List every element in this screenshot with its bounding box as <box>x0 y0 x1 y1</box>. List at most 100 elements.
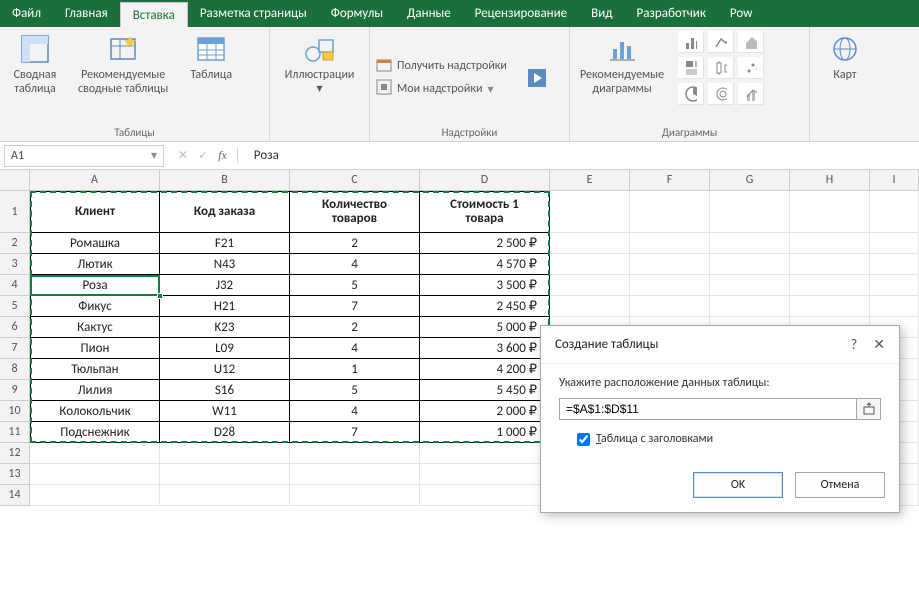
cell[interactable]: H21 <box>160 296 290 317</box>
chart-combo-button[interactable] <box>738 83 764 105</box>
cell[interactable] <box>160 443 290 464</box>
my-addins-button[interactable]: Мои надстройки ▾ <box>376 79 507 99</box>
headers-checkbox[interactable] <box>577 433 590 446</box>
row-header[interactable]: 8 <box>0 359 30 380</box>
cell[interactable]: U12 <box>160 359 290 380</box>
row-header[interactable]: 14 <box>0 485 30 506</box>
cell[interactable] <box>630 275 710 296</box>
illustrations-button[interactable]: Иллюстрации▾ <box>281 31 359 99</box>
accept-formula-button[interactable]: ✓ <box>198 148 208 163</box>
cell[interactable] <box>30 443 160 464</box>
row-header[interactable]: 7 <box>0 338 30 359</box>
col-header-h[interactable]: H <box>790 170 870 190</box>
tab-review[interactable]: Рецензирование <box>463 0 579 27</box>
table-button[interactable]: Таблица <box>182 31 240 85</box>
cell[interactable] <box>550 191 630 233</box>
cell[interactable]: J32 <box>160 275 290 296</box>
cell[interactable] <box>30 485 160 506</box>
cell[interactable]: 7 <box>290 296 420 317</box>
select-all-corner[interactable] <box>0 170 30 190</box>
col-header-g[interactable]: G <box>710 170 790 190</box>
cell[interactable]: 1 000 ₽ <box>420 422 550 443</box>
cell[interactable]: Колокольчик <box>30 401 160 422</box>
cell[interactable] <box>160 464 290 485</box>
cell[interactable]: 4 <box>290 254 420 275</box>
cell[interactable]: W11 <box>160 401 290 422</box>
col-header-f[interactable]: F <box>630 170 710 190</box>
name-box[interactable]: A1 ▾ <box>4 145 164 167</box>
cell[interactable]: L09 <box>160 338 290 359</box>
cell[interactable]: 2 <box>290 233 420 254</box>
cell[interactable]: 2 450 ₽ <box>420 296 550 317</box>
cell[interactable] <box>710 191 790 233</box>
col-header-e[interactable]: E <box>550 170 630 190</box>
chart-scatter-button[interactable] <box>738 57 764 79</box>
cell[interactable]: Лютик <box>30 254 160 275</box>
cell[interactable]: Кактус <box>30 317 160 338</box>
maps-button[interactable]: Карт <box>816 31 874 85</box>
cell[interactable]: Роза <box>30 275 160 296</box>
cell[interactable] <box>160 485 290 506</box>
formula-input[interactable]: Роза <box>246 148 919 163</box>
cell[interactable] <box>550 296 630 317</box>
range-select-button[interactable] <box>857 398 881 420</box>
cell[interactable]: 1 <box>290 359 420 380</box>
cancel-formula-button[interactable]: ✕ <box>178 148 188 163</box>
row-header[interactable]: 11 <box>0 422 30 443</box>
cell[interactable] <box>710 233 790 254</box>
col-header-b[interactable]: B <box>160 170 290 190</box>
cell[interactable]: Код заказа <box>160 191 290 233</box>
row-header[interactable]: 6 <box>0 317 30 338</box>
col-header-a[interactable]: A <box>30 170 160 190</box>
row-header[interactable]: 13 <box>0 464 30 485</box>
ok-button[interactable]: OK <box>693 472 783 498</box>
cell[interactable]: 5 <box>290 275 420 296</box>
pivot-table-button[interactable]: Сводная таблица <box>6 31 64 99</box>
cell[interactable]: 3 600 ₽ <box>420 338 550 359</box>
chart-bar-button[interactable] <box>678 31 704 53</box>
cell[interactable]: Клиент <box>30 191 160 233</box>
tab-power[interactable]: Pow <box>718 0 765 27</box>
help-button[interactable]: ? <box>851 336 858 353</box>
chart-pie-button[interactable] <box>678 83 704 105</box>
cell[interactable]: 2 000 ₽ <box>420 401 550 422</box>
cell[interactable] <box>790 191 870 233</box>
cell[interactable] <box>790 254 870 275</box>
cell[interactable]: 4 <box>290 401 420 422</box>
chart-line-button[interactable] <box>708 31 734 53</box>
cell[interactable]: 7 <box>290 422 420 443</box>
cell[interactable]: Подснежник <box>30 422 160 443</box>
row-header[interactable]: 4 <box>0 275 30 296</box>
cell[interactable]: D28 <box>160 422 290 443</box>
cell[interactable]: 5 000 ₽ <box>420 317 550 338</box>
row-header[interactable]: 5 <box>0 296 30 317</box>
cell[interactable]: Фикус <box>30 296 160 317</box>
cell[interactable] <box>710 254 790 275</box>
row-header[interactable]: 2 <box>0 233 30 254</box>
cell[interactable] <box>630 233 710 254</box>
cell[interactable]: 5 450 ₽ <box>420 380 550 401</box>
col-header-d[interactable]: D <box>420 170 550 190</box>
cell[interactable] <box>870 296 919 317</box>
cell[interactable] <box>290 443 420 464</box>
tab-formulas[interactable]: Формулы <box>319 0 395 27</box>
cell[interactable]: 2 500 ₽ <box>420 233 550 254</box>
chart-stat-button[interactable] <box>708 57 734 79</box>
cell[interactable] <box>420 464 550 485</box>
range-input[interactable] <box>559 398 857 420</box>
cell[interactable] <box>870 233 919 254</box>
cell[interactable]: 5 <box>290 380 420 401</box>
row-header[interactable]: 12 <box>0 443 30 464</box>
tab-file[interactable]: Файл <box>0 0 53 27</box>
tab-data[interactable]: Данные <box>395 0 463 27</box>
active-cell-handle[interactable] <box>157 293 163 299</box>
cell[interactable] <box>790 233 870 254</box>
cell[interactable]: 4 200 ₽ <box>420 359 550 380</box>
cell[interactable] <box>870 254 919 275</box>
recommended-pivot-button[interactable]: Рекомендуемые сводные таблицы <box>74 31 172 99</box>
cell[interactable] <box>290 485 420 506</box>
bing-maps-button[interactable] <box>517 60 557 96</box>
cell[interactable] <box>710 275 790 296</box>
close-button[interactable]: ✕ <box>873 336 885 353</box>
cell[interactable] <box>550 254 630 275</box>
